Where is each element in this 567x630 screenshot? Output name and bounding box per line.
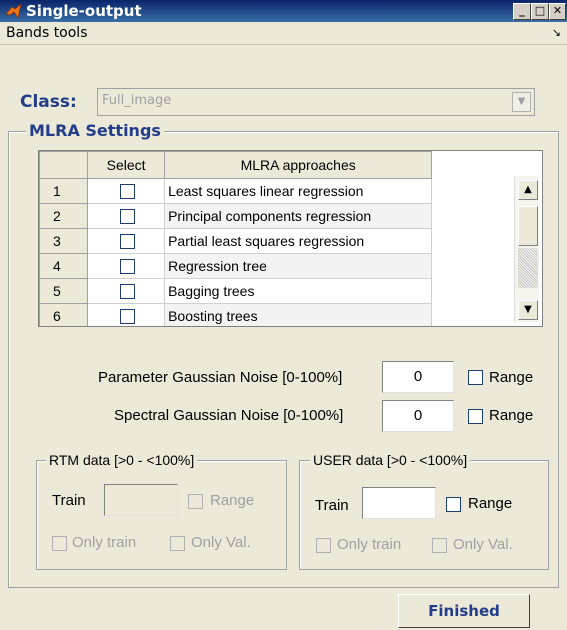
user-range-checkbox[interactable] (446, 497, 461, 512)
menu-bands-tools[interactable]: Bands tools (6, 25, 88, 41)
rtm-range-checkbox[interactable] (188, 494, 203, 509)
table-header-row: Select MLRA approaches (39, 151, 542, 179)
row-number: 2 (39, 203, 89, 229)
class-label: Class: (20, 92, 77, 112)
spectral-range-checkbox[interactable] (468, 409, 483, 424)
user-train-input[interactable] (362, 487, 436, 519)
rtm-range-label: Range (210, 492, 255, 509)
row-number: 6 (39, 303, 89, 326)
class-dropdown[interactable]: Full_image ▼ (97, 88, 535, 116)
select-checkbox[interactable] (120, 209, 136, 225)
spectral-noise-input[interactable]: 0 (382, 400, 454, 432)
select-cell[interactable] (87, 228, 166, 254)
rtm-train-input[interactable] (104, 484, 178, 516)
select-cell[interactable] (87, 278, 166, 304)
user-only-train-checkbox[interactable] (316, 538, 331, 553)
approach-name: Partial least squares regression (164, 228, 433, 254)
mlra-table: Select MLRA approaches 1 Least squares l… (38, 150, 543, 327)
select-cell[interactable] (87, 303, 166, 326)
parameter-range-label: Range (489, 369, 534, 386)
menu-bar: Bands tools ↘ (0, 22, 567, 45)
dock-arrow-icon[interactable]: ↘ (552, 26, 561, 39)
finished-button[interactable]: Finished (398, 594, 530, 628)
row-number: 5 (39, 278, 89, 304)
select-cell[interactable] (87, 203, 166, 229)
table-row[interactable]: 2 Principal components regression (39, 203, 542, 229)
approach-name: Regression tree (164, 253, 433, 279)
table-row[interactable]: 3 Partial least squares regression (39, 228, 542, 254)
table-row[interactable]: 6 Boosting trees (39, 303, 542, 326)
user-train-label: Train (315, 497, 349, 514)
table-row[interactable]: 5 Bagging trees (39, 278, 542, 304)
row-number: 3 (39, 228, 89, 254)
rtm-only-train-label: Only train (72, 534, 137, 551)
scroll-thumb[interactable] (518, 206, 538, 246)
matlab-logo-icon (5, 3, 22, 19)
select-checkbox[interactable] (120, 234, 136, 250)
class-value: Full_image (102, 93, 172, 108)
select-checkbox[interactable] (120, 259, 136, 275)
title-bar: Single-output _ □ ✕ (0, 0, 567, 22)
approach-name: Bagging trees (164, 278, 433, 304)
chevron-down-icon[interactable]: ▼ (512, 92, 531, 112)
header-approaches: MLRA approaches (164, 151, 433, 179)
rtm-only-train-checkbox[interactable] (52, 536, 67, 551)
row-number: 1 (39, 178, 89, 204)
select-checkbox[interactable] (120, 284, 136, 300)
table-scrollbar[interactable]: ▲ ▼ (514, 176, 539, 322)
user-only-train-label: Only train (337, 536, 402, 553)
header-select: Select (87, 151, 166, 179)
select-cell[interactable] (87, 253, 166, 279)
rtm-train-label: Train (52, 492, 86, 509)
close-button[interactable]: ✕ (549, 3, 566, 20)
row-number: 4 (39, 253, 89, 279)
table-row[interactable]: 1 Least squares linear regression (39, 178, 542, 204)
approach-name: Least squares linear regression (164, 178, 433, 204)
table-row[interactable]: 4 Regression tree (39, 253, 542, 279)
minimize-button[interactable]: _ (513, 3, 531, 20)
window-title: Single-output (26, 2, 142, 20)
spectral-noise-label: Spectral Gaussian Noise [0-100%] (114, 407, 344, 424)
rtm-data-title: RTM data [>0 - <100%] (46, 452, 198, 468)
scroll-up-icon[interactable]: ▲ (518, 180, 538, 200)
select-checkbox[interactable] (120, 184, 136, 200)
user-range-label: Range (468, 495, 513, 512)
parameter-noise-label: Parameter Gaussian Noise [0-100%] (98, 369, 343, 386)
spectral-range-label: Range (489, 407, 534, 424)
select-checkbox[interactable] (120, 309, 136, 325)
approach-name: Boosting trees (164, 303, 433, 326)
header-rownum (39, 151, 89, 179)
user-data-title: USER data [>0 - <100%] (310, 452, 471, 468)
scroll-down-icon[interactable]: ▼ (518, 300, 538, 320)
maximize-button[interactable]: □ (531, 3, 549, 20)
mlra-settings-title: MLRA Settings (26, 121, 164, 140)
user-only-val-checkbox[interactable] (432, 538, 447, 553)
rtm-only-val-checkbox[interactable] (170, 536, 185, 551)
approach-name: Principal components regression (164, 203, 433, 229)
select-cell[interactable] (87, 178, 166, 204)
rtm-only-val-label: Only Val. (191, 534, 251, 551)
parameter-range-checkbox[interactable] (468, 370, 483, 385)
parameter-noise-input[interactable]: 0 (382, 361, 454, 393)
user-only-val-label: Only Val. (453, 536, 513, 553)
